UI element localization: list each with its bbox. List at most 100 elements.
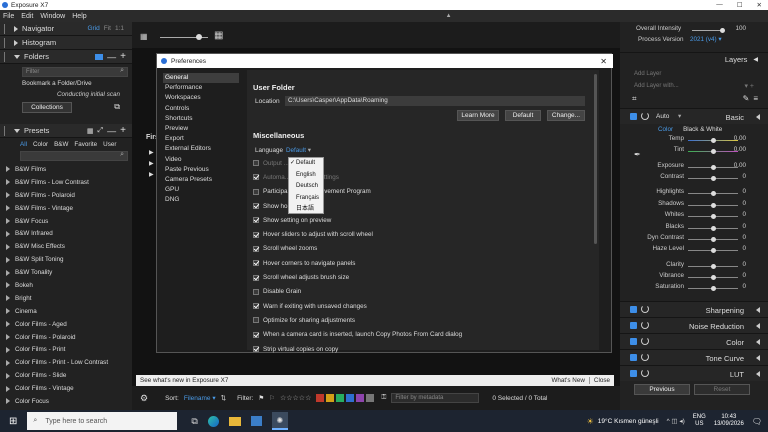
reset-panel-icon[interactable] [641,352,649,361]
reset-panel-icon[interactable] [641,336,649,345]
slider-knob[interactable] [710,286,716,292]
pref-nav-item[interactable]: DNG [163,195,239,205]
pref-nav-item[interactable]: General [163,73,239,84]
learn-more-button[interactable]: Learn More [457,110,499,121]
panel-toggle-icon[interactable] [630,321,637,329]
star-filter-icon[interactable]: ☆☆☆☆☆ [280,394,311,402]
monitor-icon[interactable] [95,53,104,60]
grid-view-icon[interactable]: ▦ [87,127,94,135]
auto-dropdown-icon[interactable]: ▾ [678,112,681,120]
pref-option-row[interactable]: Optimize for sharing adjustments [253,313,593,327]
preset-tab-bw[interactable]: B&W [54,141,68,148]
preset-item[interactable]: Bokeh [0,279,132,292]
preset-search-input[interactable] [20,151,128,161]
checkbox[interactable] [253,203,259,210]
reset-panel-icon[interactable] [641,320,649,329]
add-layer-button[interactable]: Add Layer [620,66,768,80]
close-strip-button[interactable]: Close [590,377,614,384]
location-field[interactable]: C:\Users\Casper\AppData\Roaming [285,96,585,106]
bw-mode-tab[interactable]: Black & White [683,126,722,133]
pref-option-row[interactable]: When a camera card is inserted, launch C… [253,328,593,342]
menu-file[interactable]: File [3,13,14,20]
pref-option-row[interactable]: Strip virtual copies on copy [253,342,593,356]
exposure-app-icon[interactable]: ✺ [271,412,288,430]
close-window-icon[interactable]: ✕ [757,1,762,9]
mode-fit[interactable]: Fit [104,25,111,32]
panel-toggle-icon[interactable] [630,305,637,313]
thumbnail-size-knob[interactable] [196,34,202,40]
add-folder-icon[interactable]: + [120,51,126,62]
pref-nav-item[interactable]: Preview [163,124,239,134]
whats-new-button[interactable]: What's New [547,377,590,384]
adjustment-panel-header[interactable]: Sharpening [620,300,768,317]
pref-option-row[interactable]: Scroll wheel zooms [253,242,593,256]
checkbox[interactable] [253,331,259,338]
flag-reject-icon[interactable]: ⚐ [269,394,275,402]
adjustment-panel-header[interactable]: LUT [620,364,768,381]
language-indicator[interactable]: ENG US [693,414,706,428]
weather-text[interactable]: 19°C Kısmen güneşli [598,418,659,425]
add-preset-icon[interactable]: + [120,125,126,136]
color-mode-tab[interactable]: Color [658,126,673,133]
reset-panel-icon[interactable] [641,111,649,120]
preset-tab-user[interactable]: User [103,141,116,148]
pref-nav-item[interactable]: External Editors [163,144,239,154]
slider-knob[interactable] [710,214,716,220]
checkbox[interactable] [253,317,259,324]
language-select[interactable]: Default ▾ [286,147,311,154]
adjustment-panel-header[interactable]: Tone Curve [620,348,768,365]
menu-edit[interactable]: Edit [21,13,33,20]
minimize-icon[interactable]: — [716,1,723,9]
preset-item[interactable]: B&W Focus [0,215,132,228]
slider-knob[interactable] [710,175,716,181]
mode-grid[interactable]: Grid [87,25,99,32]
basic-panel-header[interactable]: Auto ▾ Basic [620,107,768,124]
checkbox[interactable] [253,160,259,167]
language-option[interactable]: English [289,170,323,182]
tray-icons[interactable]: ^ ◫ ◂) [667,417,685,425]
pref-option-row[interactable]: Disable Grain [253,285,593,299]
pref-option-row[interactable]: Hover corners to navigate panels [253,256,593,270]
collapse-top-icon[interactable]: ▲ [446,13,452,19]
windows-start-icon[interactable]: ⊞ [9,416,17,427]
language-option[interactable]: Deutsch [289,181,323,193]
preset-item[interactable]: Color Films - Print - Low Contrast [0,356,132,369]
remove-folder-icon[interactable]: — [107,52,116,62]
slider-knob[interactable] [710,137,716,143]
slider-knob[interactable] [710,164,716,170]
preset-item[interactable]: Color Films - Slide [0,369,132,382]
preset-tab-favorite[interactable]: Favorite [74,141,97,148]
grid-icon[interactable]: ▦ [140,32,148,41]
slider-knob[interactable] [710,149,716,155]
menu-window[interactable]: Window [40,13,65,20]
flag-pick-icon[interactable]: ⚑ [258,394,264,402]
checkbox[interactable] [253,288,259,295]
slider-knob[interactable] [710,202,716,208]
language-option[interactable]: Default ✓ [289,158,323,170]
preset-item[interactable]: B&W Infrared [0,227,132,240]
pref-nav-item[interactable]: GPU [163,185,239,195]
pref-nav-item[interactable]: Camera Presets [163,175,239,185]
pref-nav-item[interactable]: Workspaces [163,93,239,103]
large-grid-icon[interactable]: ▦ [214,30,223,41]
menu-help[interactable]: Help [72,13,86,20]
pref-nav-item[interactable]: Shortcuts [163,114,239,124]
preset-item[interactable]: B&W Misc Effects [0,240,132,253]
collections-menu-icon[interactable]: ⧉ [114,102,120,112]
pref-nav-item[interactable]: Video [163,155,239,165]
pref-nav-item[interactable]: Export [163,134,239,144]
adjustment-panel-header[interactable]: Noise Reduction [620,316,768,333]
navigator-header[interactable]: Navigator Grid Fit 1:1 [0,22,132,36]
add-layer-with-select[interactable]: Add Layer with... [634,83,679,89]
slider-knob[interactable] [710,225,716,231]
sort-select[interactable]: Filename ▾ [184,394,216,402]
crop-icon[interactable]: ⌗ [632,94,637,104]
slider-knob[interactable] [710,275,716,281]
content-scrollbar[interactable] [594,74,597,244]
default-button[interactable]: Default [505,110,541,121]
preset-item[interactable]: Color Focus [0,395,132,408]
panel-toggle-icon[interactable] [630,369,637,377]
preset-item[interactable]: Color Films - Aged [0,318,132,331]
pref-nav-item[interactable]: Performance [163,83,239,93]
photos-app-icon[interactable] [250,416,262,426]
